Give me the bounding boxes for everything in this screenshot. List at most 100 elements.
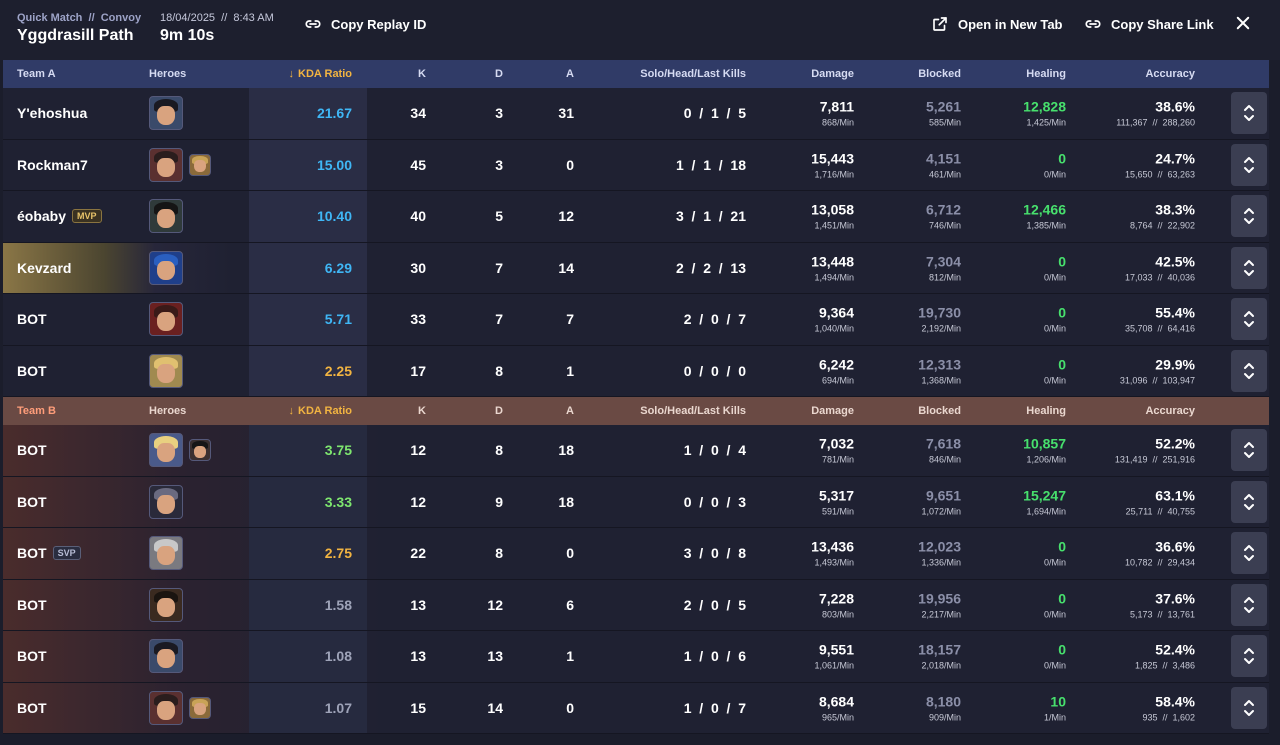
expand-row-button[interactable] [1231, 92, 1267, 135]
expand-row-button[interactable] [1231, 583, 1267, 626]
healing-stat-value: 0 [1058, 538, 1066, 555]
accuracy-stat: 58.4% 935 // 1,602 [1142, 693, 1195, 722]
deaths-value: 5 [495, 208, 503, 225]
blocked-stat: 9,651 1,072/Min [921, 487, 961, 516]
damage-stat-detail: 868/Min [821, 117, 854, 128]
accuracy-stat-value: 38.3% [1155, 201, 1195, 218]
copy-replay-button[interactable]: Copy Replay ID [304, 15, 426, 33]
blocked-stat: 6,712 746/Min [926, 202, 961, 231]
player-row[interactable]: BOT 2.25 17 8 1 0 / 0 / 0 6,242 694/Min 12,313 1,… [3, 345, 1269, 397]
expand-row-button[interactable] [1231, 246, 1267, 289]
open-new-tab-button[interactable]: Open in New Tab [931, 15, 1063, 33]
player-name[interactable]: BOT [17, 648, 47, 664]
healing-stat-value: 0 [1058, 641, 1066, 658]
expand-row-button[interactable] [1231, 298, 1267, 341]
hero-portrait [149, 639, 183, 674]
expand-row-button[interactable] [1231, 480, 1267, 523]
accuracy-stat-detail: 31,096 // 103,947 [1119, 375, 1195, 386]
expand-row-button[interactable] [1231, 143, 1267, 186]
column-header-d: D [495, 68, 503, 80]
kills-value: 22 [410, 545, 426, 562]
player-row[interactable]: BOT 3.75 12 8 18 1 / 0 / 4 7,032 781/Min 7,618 84… [3, 425, 1269, 477]
hero-portrait [189, 153, 211, 176]
player-name[interactable]: BOT [17, 597, 47, 613]
player-row[interactable]: éobaby MVP 10.40 40 5 12 3 / 1 / 21 13,058 1,451… [3, 191, 1269, 243]
solo-head-last-kills: 2 / 0 / 7 [683, 311, 746, 328]
player-name-text: BOT [17, 493, 47, 510]
damage-stat-detail: 591/Min [821, 506, 854, 517]
player-row[interactable]: BOT 5.71 33 7 7 2 / 0 / 7 9,364 1,040/Min 19,730… [3, 294, 1269, 346]
damage-stat: 9,551 1,061/Min [814, 642, 854, 671]
player-name[interactable]: Y'ehoshua [17, 105, 87, 121]
healing-stat-detail: 1/Min [1043, 712, 1066, 723]
deaths-value: 14 [487, 699, 503, 716]
kills-value: 13 [410, 648, 426, 665]
hero-face [157, 700, 175, 720]
expand-row-button[interactable] [1231, 195, 1267, 238]
player-row[interactable]: BOT 3.33 12 9 18 0 / 0 / 3 5,317 591/Min 9,651 1,… [3, 476, 1269, 528]
player-row[interactable]: Y'ehoshua 21.67 34 3 31 0 / 1 / 5 7,811 868/Min… [3, 88, 1269, 140]
player-name[interactable]: Kevzard [17, 260, 71, 276]
healing-stat-value: 10,857 [1023, 435, 1066, 452]
healing-stat-value: 0 [1058, 356, 1066, 373]
solo-head-last-kills: 2 / 2 / 13 [675, 259, 746, 276]
accuracy-stat: 42.5% 17,033 // 40,036 [1125, 253, 1195, 282]
healing-stat: 0 0/Min [1044, 590, 1066, 619]
column-header-k: K [418, 405, 426, 417]
accuracy-stat-detail: 15,650 // 63,263 [1124, 169, 1195, 180]
player-row[interactable]: BOT SVP 2.75 22 8 0 3 / 0 / 8 13,436 1,493/Min 12… [3, 528, 1269, 580]
mvp-badge: MVP [72, 209, 102, 224]
damage-stat-detail: 1,716/Min [814, 169, 854, 180]
player-row[interactable]: BOT 1.58 13 12 6 2 / 0 / 5 7,228 803/Min 19,956 2… [3, 579, 1269, 631]
damage-stat: 13,448 1,494/Min [811, 253, 854, 282]
player-row[interactable]: Rockman7 15.00 45 3 0 1 / 1 / 18 15,443 1,716/M… [3, 139, 1269, 191]
assists-value: 1 [566, 648, 574, 665]
deaths-value: 7 [495, 311, 503, 328]
blocked-stat-value: 7,618 [925, 435, 961, 452]
player-row[interactable]: BOT 1.08 13 13 1 1 / 0 / 6 9,551 1,061/Min 18,15… [3, 631, 1269, 683]
damage-stat-value: 8,684 [818, 693, 854, 710]
close-icon[interactable] [1234, 14, 1252, 32]
player-row[interactable]: Kevzard 6.29 30 7 14 2 / 2 / 13 13,448 1,494/Mi… [3, 242, 1269, 294]
player-name[interactable]: BOT [17, 442, 47, 458]
hero-face [157, 209, 175, 229]
solo-head-last-kills: 1 / 0 / 6 [683, 648, 746, 665]
solo-head-last-kills: 1 / 1 / 18 [675, 156, 746, 173]
player-name[interactable]: Rockman7 [17, 157, 88, 173]
deaths-value: 8 [495, 545, 503, 562]
expand-row-button[interactable] [1231, 429, 1267, 472]
expand-row-button[interactable] [1231, 686, 1267, 729]
copy-share-link-button[interactable]: Copy Share Link [1084, 15, 1214, 33]
deaths-value: 3 [495, 105, 503, 122]
expand-chevrons-icon [1244, 208, 1254, 225]
player-row[interactable]: BOT 1.07 15 14 0 1 / 0 / 7 8,684 965/Min 8,180 90… [3, 682, 1269, 734]
player-name[interactable]: BOT [17, 494, 47, 510]
player-name[interactable]: BOT [17, 311, 47, 327]
healing-stat-detail: 1,385/Min [1026, 220, 1066, 231]
blocked-stat: 5,261 585/Min [926, 99, 961, 128]
column-header-kda[interactable]: ↓ KDA Ratio [289, 405, 352, 417]
player-name[interactable]: BOT [17, 363, 47, 379]
player-name-text: BOT [17, 596, 47, 613]
expand-row-button[interactable] [1231, 635, 1267, 678]
expand-chevrons-icon [1244, 699, 1254, 716]
assists-value: 7 [566, 311, 574, 328]
player-name[interactable]: éobaby MVP [17, 208, 102, 224]
player-name[interactable]: BOT SVP [17, 545, 81, 561]
blocked-stat: 8,180 909/Min [926, 693, 961, 722]
blocked-stat-detail: 1,072/Min [921, 506, 961, 517]
hero-face [157, 597, 175, 617]
open-new-tab-label: Open in New Tab [958, 16, 1063, 32]
assists-value: 18 [558, 493, 574, 510]
expand-row-button[interactable] [1231, 349, 1267, 392]
expand-row-button[interactable] [1231, 532, 1267, 575]
damage-stat-value: 7,228 [818, 590, 854, 607]
healing-stat-detail: 0/Min [1043, 660, 1066, 671]
column-header-kda[interactable]: ↓ KDA Ratio [289, 68, 352, 80]
healing-stat-detail: 0/Min [1043, 169, 1066, 180]
team-a-header: Team A Heroes ↓ KDA Ratio K D A Solo/Head/Last … [3, 60, 1269, 88]
player-name[interactable]: BOT [17, 700, 47, 716]
kills-value: 34 [410, 105, 426, 122]
accuracy-stat-detail: 25,711 // 40,755 [1125, 506, 1195, 517]
healing-stat-detail: 0/Min [1043, 609, 1066, 620]
